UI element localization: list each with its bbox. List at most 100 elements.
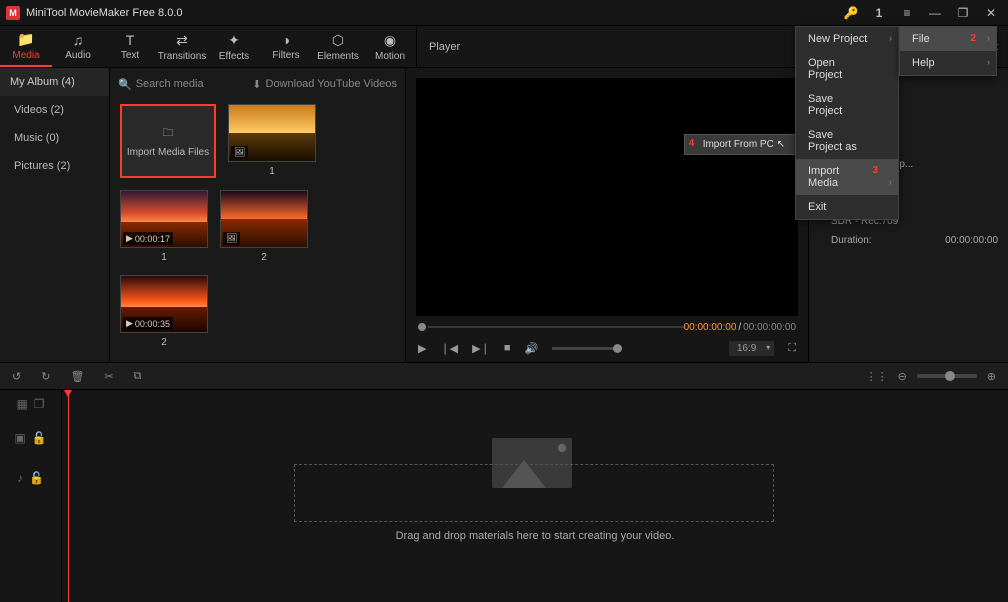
maximize-button[interactable]: ❐ — [954, 6, 972, 20]
folder-icon: 📁 — [17, 31, 34, 48]
text-icon: T — [126, 32, 135, 48]
submenu-file[interactable]: File2› — [900, 27, 996, 51]
download-youtube[interactable]: ⬇ Download YouTube Videos — [252, 78, 397, 91]
layers-icon[interactable]: ▦ — [16, 397, 27, 411]
sidebar-item-pictures[interactable]: Pictures (2) — [0, 152, 109, 180]
stop-button[interactable]: ■ — [504, 342, 511, 354]
tab-audio[interactable]: ♫Audio — [52, 26, 104, 67]
minimize-button[interactable]: — — [926, 6, 944, 20]
next-button[interactable]: ▶❘ — [472, 342, 490, 355]
transitions-icon: ⇄ — [176, 32, 188, 49]
elements-icon: ⬡ — [332, 32, 344, 49]
menu-label: Import Media — [808, 165, 839, 189]
volume-slider[interactable] — [552, 347, 622, 350]
menu-save-project[interactable]: Save Project — [796, 87, 898, 123]
fullscreen-icon[interactable]: ⛶ — [788, 342, 796, 355]
cut-button[interactable]: ✂ — [104, 370, 113, 383]
seek-knob[interactable] — [418, 323, 426, 331]
marker-1: 1 — [870, 6, 888, 20]
cursor-icon: ↖ — [777, 139, 785, 150]
zoom-out-button[interactable]: ⊖ — [898, 370, 907, 383]
main-menu: New Project› Open Project Save Project S… — [795, 26, 899, 220]
thumb-label: 2 — [161, 337, 167, 348]
chevron-right-icon: › — [987, 33, 990, 43]
play-button[interactable]: ▶ — [418, 342, 426, 355]
undo-button[interactable]: ↺ — [12, 370, 21, 383]
tab-elements[interactable]: ⬡Elements — [312, 26, 364, 67]
seek-track[interactable] — [428, 326, 684, 328]
album-sidebar: My Album (4) Videos (2) Music (0) Pictur… — [0, 68, 110, 362]
menu-import-media[interactable]: Import Media3› — [796, 159, 898, 195]
menu-exit[interactable]: Exit — [796, 195, 898, 219]
tab-label: Media — [12, 50, 39, 61]
sidebar-item-music[interactable]: Music (0) — [0, 124, 109, 152]
timeline-track-headers: ▦ ❐ ▣ 🔓 ♪ 🔓 — [0, 390, 62, 602]
timeline-toolbar: ↺ ↻ 🗑 ✂ ⧉ ⋮⋮ ⊖ ⊕ — [0, 362, 1008, 390]
video-track-icon[interactable]: ▣ — [14, 431, 25, 445]
import-media-tile[interactable]: 🗀 Import Media Files — [120, 104, 216, 178]
menu-open-project[interactable]: Open Project — [796, 51, 898, 87]
media-panel-top: 🔍 Search media ⬇ Download YouTube Videos — [110, 68, 405, 100]
duration-badge: ▶00:00:17 — [123, 232, 173, 245]
tab-label: Transitions — [158, 51, 207, 62]
menu-save-project-as[interactable]: Save Project as — [796, 123, 898, 159]
lock-icon[interactable]: 🔓 — [29, 471, 44, 485]
copy-icon[interactable]: ❐ — [34, 397, 45, 411]
image-badge-icon: 🖼 — [223, 232, 240, 245]
lock-icon[interactable]: 🔓 — [32, 431, 47, 445]
zoom-knob[interactable] — [945, 371, 955, 381]
prev-button[interactable]: ❘◀ — [440, 342, 458, 355]
volume-icon[interactable]: 🔊 — [525, 342, 539, 355]
menu-label: File — [912, 33, 930, 45]
redo-button[interactable]: ↻ — [41, 370, 50, 383]
tab-filters[interactable]: ◑Filters — [260, 26, 312, 67]
hamburger-icon[interactable]: ≡ — [898, 6, 916, 20]
close-button[interactable]: ✕ — [982, 6, 1000, 20]
drop-zone[interactable] — [294, 464, 774, 522]
key-icon[interactable]: 🔑 — [842, 6, 860, 20]
marker-3: 3 — [872, 165, 878, 176]
seek-bar[interactable]: 00:00:00:00 / 00:00:00:00 — [418, 320, 796, 334]
tab-media[interactable]: 📁 Media — [0, 26, 52, 67]
prop-row: Duration:00:00:00:00 — [831, 235, 998, 246]
search-placeholder: Search media — [136, 78, 204, 90]
delete-button[interactable]: 🗑 — [70, 370, 84, 383]
thumb-label: 2 — [261, 252, 267, 263]
tab-text[interactable]: TText — [104, 26, 156, 67]
media-thumb[interactable]: ▶00:00:35 — [120, 275, 208, 333]
chevron-right-icon: › — [987, 57, 990, 67]
zoom-slider[interactable] — [917, 374, 977, 378]
time-sep: / — [738, 322, 741, 333]
tooltip-import-from-pc[interactable]: 4 Import From PC ↖ — [684, 134, 798, 155]
player-viewport: 4 Import From PC ↖ — [416, 78, 798, 316]
sub-menu: File2› Help› — [899, 26, 997, 76]
marker-tool-icon[interactable]: ⋮⋮ — [866, 370, 888, 383]
menu-label: New Project — [808, 33, 867, 45]
thumb-wrap: ▶00:00:35 2 — [120, 275, 208, 348]
video-icon: ▶ — [126, 318, 133, 329]
effects-icon: ✦ — [228, 32, 240, 49]
tab-motion[interactable]: ◉Motion — [364, 26, 416, 67]
player-area: 4 Import From PC ↖ 00:00:00:00 / 00:00:0… — [406, 68, 808, 362]
search-icon: 🔍 — [118, 78, 132, 91]
submenu-help[interactable]: Help› — [900, 51, 996, 75]
audio-track-icon[interactable]: ♪ — [17, 471, 23, 485]
tab-transitions[interactable]: ⇄ Transitions — [156, 26, 208, 67]
timeline-body[interactable]: Drag and drop materials here to start cr… — [62, 390, 1008, 602]
menu-new-project[interactable]: New Project› — [796, 27, 898, 51]
zoom-in-button[interactable]: ⊕ — [987, 370, 996, 383]
crop-button[interactable]: ⧉ — [134, 370, 142, 383]
media-thumb[interactable]: ▶00:00:17 — [120, 190, 208, 248]
media-thumb[interactable]: 🖼 — [228, 104, 316, 162]
playhead[interactable] — [68, 390, 69, 602]
aspect-ratio-select[interactable]: 16:9 — [729, 341, 774, 356]
sidebar-item-videos[interactable]: Videos (2) — [0, 96, 109, 124]
tab-effects[interactable]: ✦Effects — [208, 26, 260, 67]
tooltip-label: Import From PC — [703, 139, 774, 150]
search-media[interactable]: 🔍 Search media — [118, 78, 246, 91]
media-thumb[interactable]: 🖼 — [220, 190, 308, 248]
time-current: 00:00:00:00 — [684, 322, 737, 333]
download-icon: ⬇ — [252, 78, 261, 91]
thumb-wrap: 🖼 2 — [220, 190, 308, 263]
download-label: Download YouTube Videos — [266, 78, 398, 90]
